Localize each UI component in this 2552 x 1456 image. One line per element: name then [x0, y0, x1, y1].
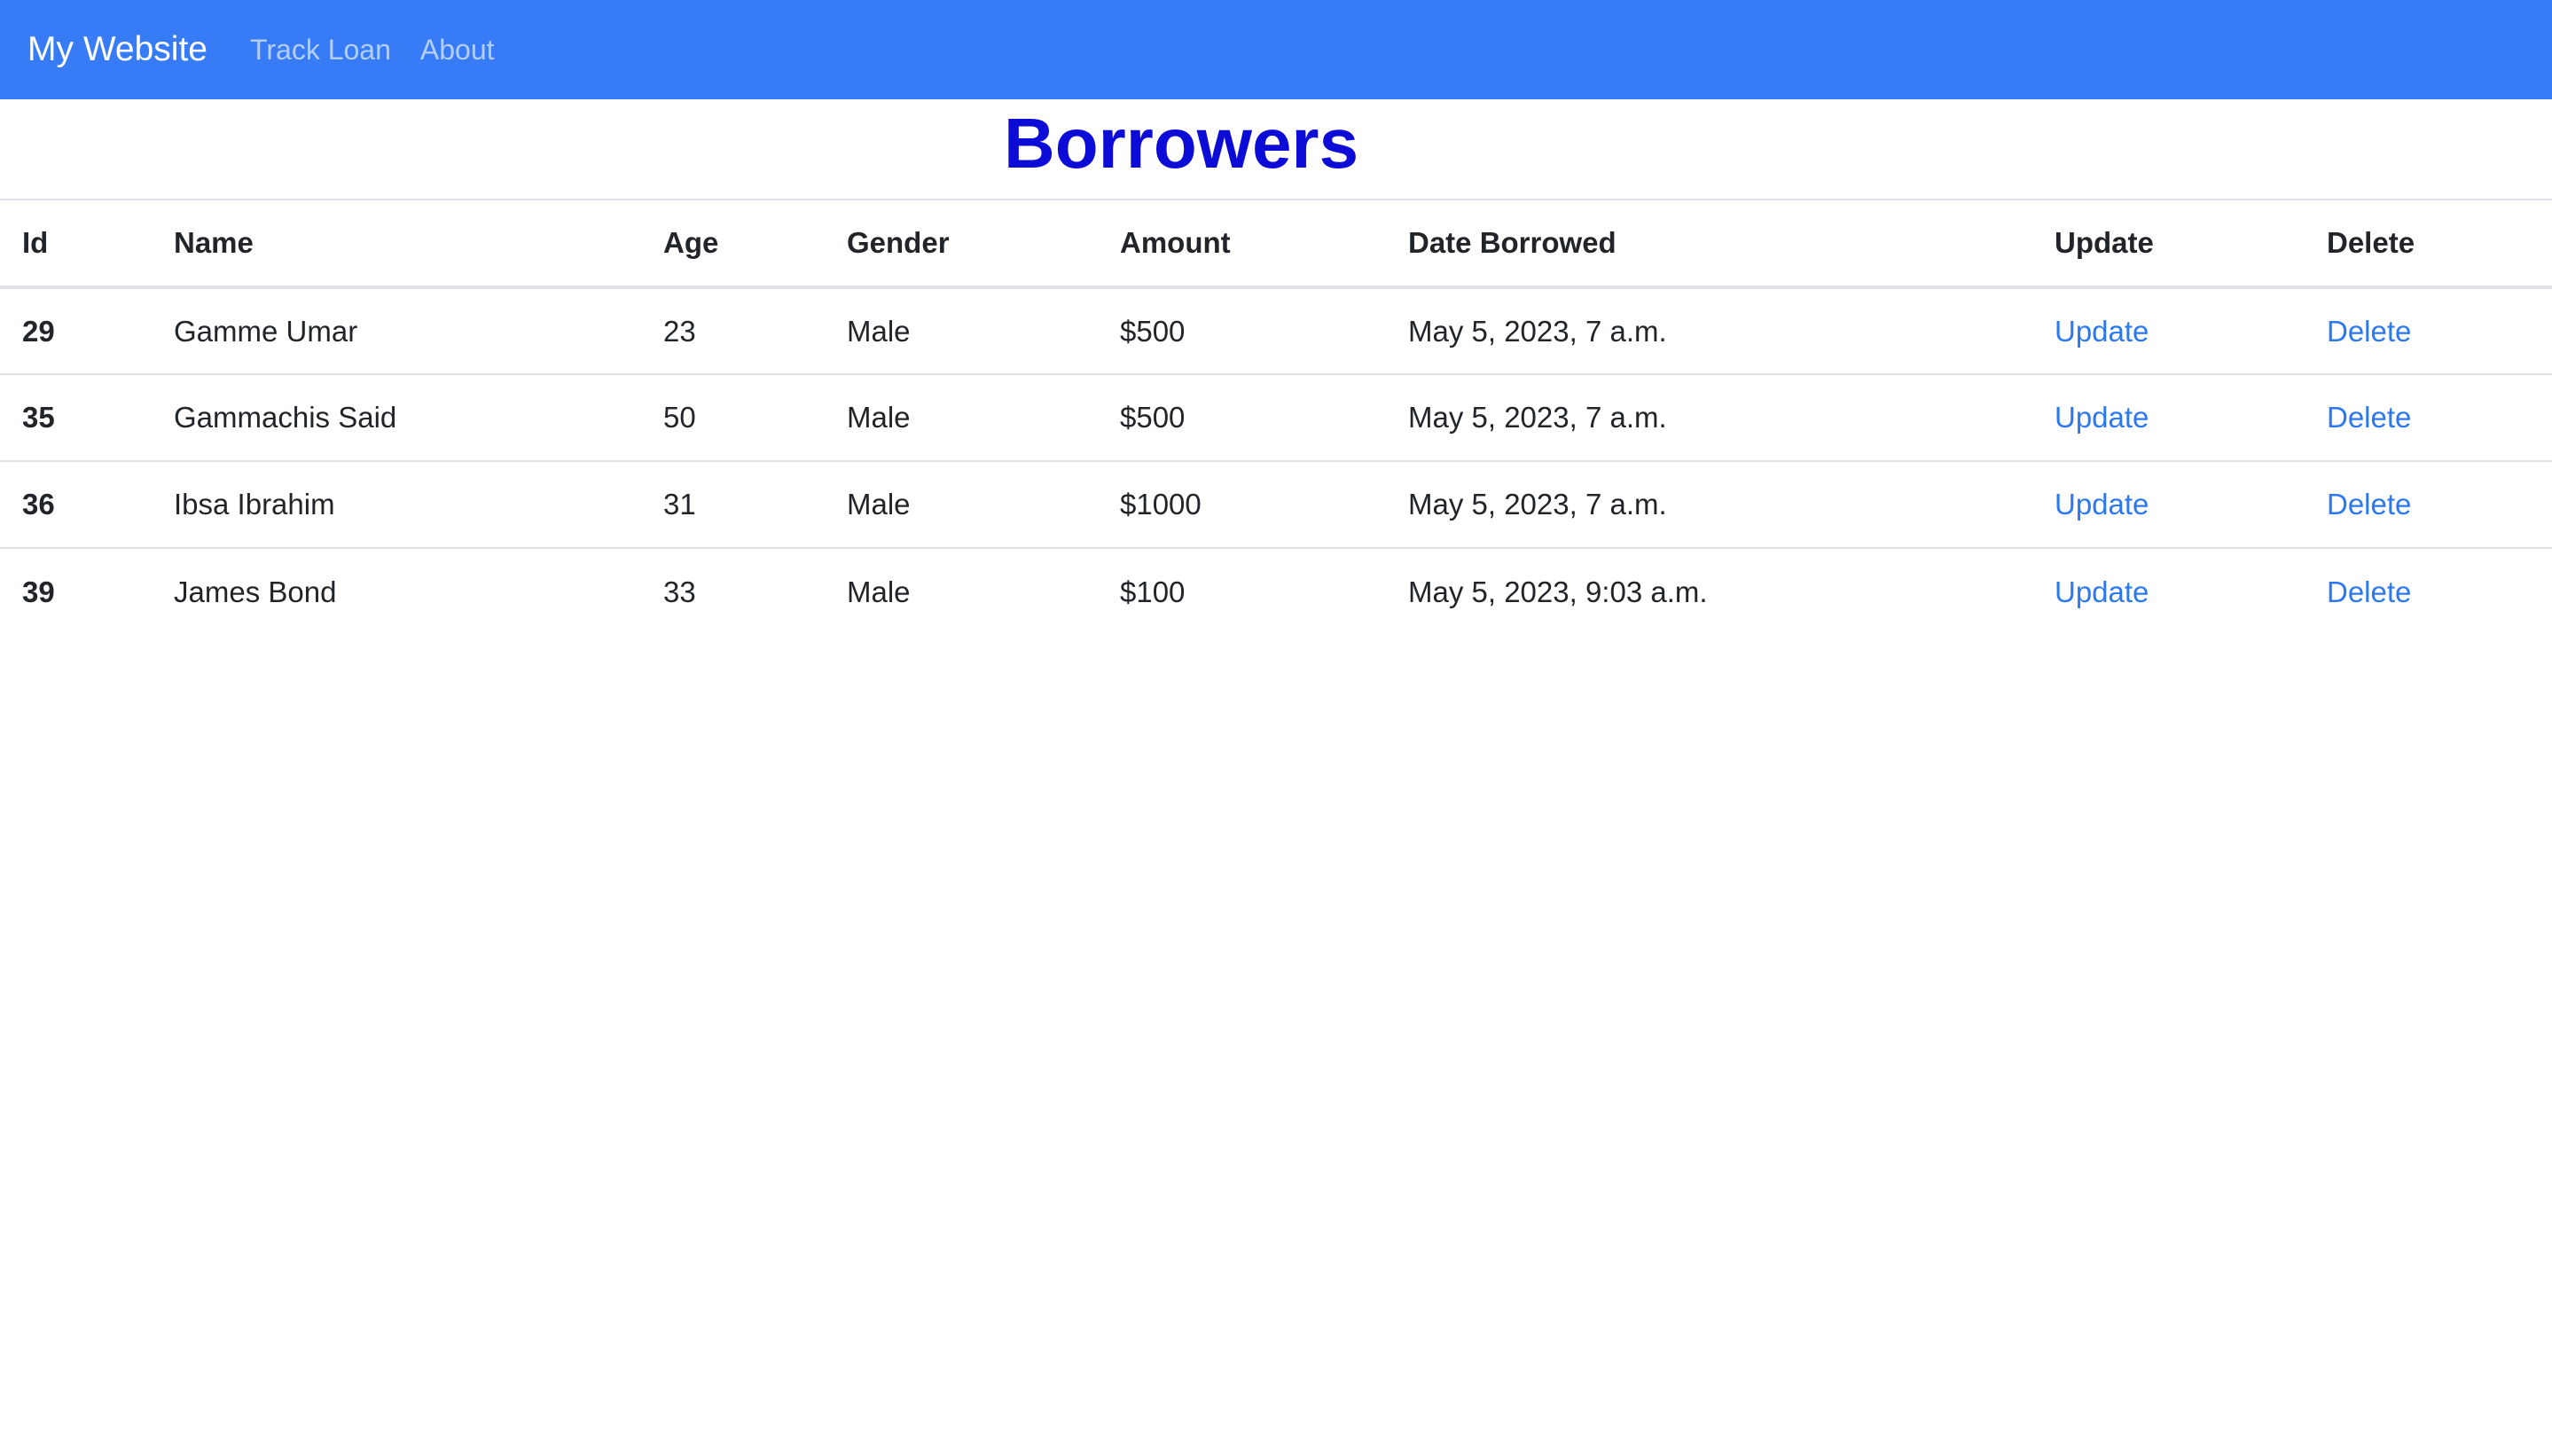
update-link[interactable]: Update: [2055, 315, 2149, 348]
header-id: Id: [22, 226, 49, 259]
table-row: 36 Ibsa Ibrahim 31 Male $1000 May 5, 202…: [0, 461, 2552, 548]
cell-gender: Male: [847, 488, 911, 521]
header-delete: Delete: [2327, 226, 2415, 259]
update-link[interactable]: Update: [2055, 401, 2149, 434]
header-gender: Gender: [847, 226, 950, 259]
cell-age: 33: [663, 575, 696, 608]
cell-date-borrowed: May 5, 2023, 7 a.m.: [1408, 314, 1667, 348]
cell-delete: Delete: [2305, 374, 2552, 461]
cell-name: Gamme Umar: [174, 314, 358, 348]
cell-id: 36: [22, 488, 55, 521]
cell-update: Update: [2032, 374, 2305, 461]
update-link[interactable]: Update: [2055, 488, 2149, 521]
cell-delete: Delete: [2305, 461, 2552, 548]
borrowers-table-container: Id Name Age Gender Amount Date Borrowed …: [0, 199, 2552, 635]
table-row: 29 Gamme Umar 23 Male $500 May 5, 2023, …: [0, 287, 2552, 374]
borrowers-table: Id Name Age Gender Amount Date Borrowed …: [0, 200, 2552, 635]
cell-id: 35: [22, 401, 55, 434]
cell-name: James Bond: [174, 575, 337, 608]
delete-link[interactable]: Delete: [2327, 488, 2411, 521]
cell-age: 23: [663, 314, 696, 348]
update-link[interactable]: Update: [2055, 575, 2149, 608]
page-title: Borrowers: [1003, 104, 1359, 183]
table-row: 39 James Bond 33 Male $100 May 5, 2023, …: [0, 548, 2552, 635]
cell-gender: Male: [847, 575, 911, 608]
table-row: 35 Gammachis Said 50 Male $500 May 5, 20…: [0, 374, 2552, 461]
cell-date-borrowed: May 5, 2023, 9:03 a.m.: [1408, 575, 1708, 608]
header-date-borrowed: Date Borrowed: [1408, 226, 1617, 259]
header-update: Update: [2055, 226, 2154, 259]
cell-amount: $500: [1120, 314, 1186, 348]
cell-id: 39: [22, 575, 55, 608]
delete-link[interactable]: Delete: [2327, 401, 2411, 434]
cell-amount: $1000: [1120, 488, 1202, 521]
cell-amount: $500: [1120, 401, 1186, 434]
cell-name: Gammachis Said: [174, 401, 397, 434]
cell-update: Update: [2032, 548, 2305, 635]
cell-date-borrowed: May 5, 2023, 7 a.m.: [1408, 401, 1667, 434]
brand-link[interactable]: My Website: [27, 30, 207, 69]
delete-link[interactable]: Delete: [2327, 575, 2411, 608]
navbar: My Website Track Loan About: [0, 0, 2552, 99]
cell-amount: $100: [1120, 575, 1186, 608]
table-header-row: Id Name Age Gender Amount Date Borrowed …: [0, 200, 2552, 287]
cell-name: Ibsa Ibrahim: [174, 488, 335, 521]
nav-link-about[interactable]: About: [420, 34, 495, 67]
cell-age: 50: [663, 401, 696, 434]
cell-gender: Male: [847, 401, 911, 434]
delete-link[interactable]: Delete: [2327, 315, 2411, 348]
cell-update: Update: [2032, 461, 2305, 548]
header-age: Age: [663, 226, 719, 259]
header-amount: Amount: [1120, 226, 1231, 259]
cell-age: 31: [663, 488, 696, 521]
cell-gender: Male: [847, 314, 911, 348]
cell-date-borrowed: May 5, 2023, 7 a.m.: [1408, 488, 1667, 521]
cell-delete: Delete: [2305, 287, 2552, 374]
cell-update: Update: [2032, 287, 2305, 374]
cell-id: 29: [22, 314, 55, 348]
header-name: Name: [174, 226, 254, 259]
cell-delete: Delete: [2305, 548, 2552, 635]
nav-link-track-loan[interactable]: Track Loan: [250, 34, 391, 67]
